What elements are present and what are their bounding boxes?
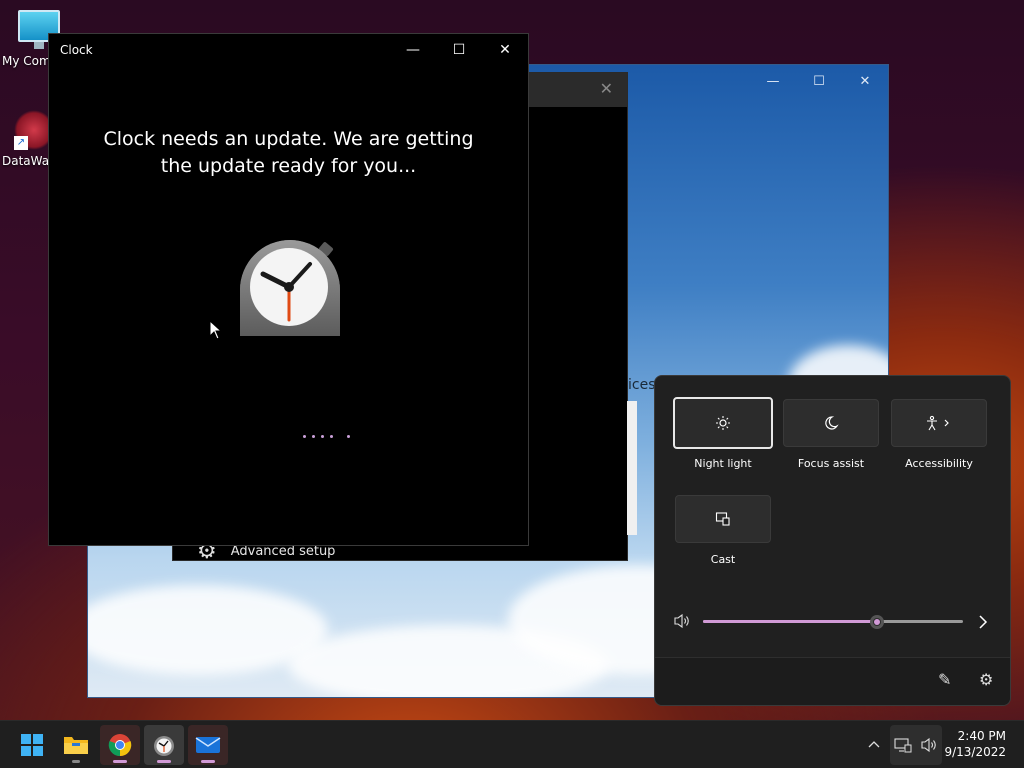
taskbar-file-explorer[interactable] [56, 725, 96, 765]
clock-titlebar: Clock — ☐ ✕ [49, 34, 528, 66]
network-icon [894, 738, 912, 753]
minimize-button[interactable]: — [393, 38, 433, 62]
windows-logo-icon [21, 734, 43, 756]
start-button[interactable] [12, 725, 52, 765]
advanced-setup-label: Advanced setup [230, 544, 336, 559]
clock-icon [154, 736, 174, 756]
close-icon[interactable]: ✕ [600, 79, 613, 98]
gear-icon[interactable]: ⚙ [979, 670, 993, 689]
taskbar: 2:40 PM 9/13/2022 [0, 720, 1024, 768]
speaker-icon[interactable] [673, 613, 691, 629]
tile-label: Night light [694, 457, 752, 470]
taskbar-clock[interactable] [144, 725, 184, 765]
quick-settings-button[interactable] [890, 725, 942, 765]
close-button[interactable]: ✕ [485, 38, 525, 62]
focus-assist-toggle[interactable] [783, 399, 879, 447]
chevron-up-icon[interactable] [866, 737, 882, 753]
system-tray [866, 721, 882, 768]
shortcut-arrow-icon: ↗ [14, 136, 28, 150]
volume-row [673, 612, 993, 632]
tile-label: Cast [710, 553, 736, 566]
taskbar-date: 9/13/2022 [944, 745, 1006, 759]
night-light-toggle[interactable] [673, 397, 773, 449]
quick-settings-footer: ✎ ⚙ [655, 657, 1010, 705]
volume-icon [921, 737, 936, 753]
accessibility-toggle[interactable] [891, 399, 987, 447]
minimize-button[interactable]: — [758, 71, 788, 93]
chevron-right-icon[interactable] [978, 614, 988, 630]
edit-pencil-icon[interactable]: ✎ [938, 670, 951, 689]
close-button[interactable]: ✕ [850, 71, 880, 93]
cast-icon [715, 512, 730, 526]
window-title: Clock [60, 43, 93, 57]
setup-peek-text: ices [628, 377, 656, 393]
update-message: Clock needs an update. We are getting th… [103, 128, 474, 177]
mail-icon [195, 737, 221, 753]
dialog-panel-edge [627, 401, 637, 535]
chrome-icon [108, 734, 132, 757]
folder-icon [64, 737, 88, 754]
volume-slider-fill [703, 620, 878, 623]
tile-label: Focus assist [797, 457, 865, 470]
maximize-button[interactable]: ☐ [439, 38, 479, 62]
volume-slider[interactable] [703, 615, 963, 629]
volume-slider-thumb[interactable] [870, 615, 885, 629]
cast-toggle[interactable] [675, 495, 771, 543]
taskbar-chrome[interactable] [100, 725, 140, 765]
night-light-icon [716, 416, 730, 430]
clock-window: Clock — ☐ ✕ Clock needs an update. We ar… [48, 33, 529, 546]
taskbar-mail[interactable] [188, 725, 228, 765]
taskbar-time: 2:40 PM [957, 729, 1006, 743]
loading-dots [303, 435, 350, 438]
clock-app-icon [240, 240, 340, 336]
quick-settings-panel: Night light Focus assist Accessibility C… [654, 375, 1011, 706]
taskbar-datetime[interactable]: 2:40 PM 9/13/2022 [944, 728, 1006, 760]
maximize-button[interactable]: ☐ [804, 71, 834, 93]
moon-icon [825, 416, 839, 430]
mouse-cursor-icon [209, 320, 223, 340]
tile-label: Accessibility [905, 457, 973, 470]
accessibility-icon [927, 415, 949, 431]
